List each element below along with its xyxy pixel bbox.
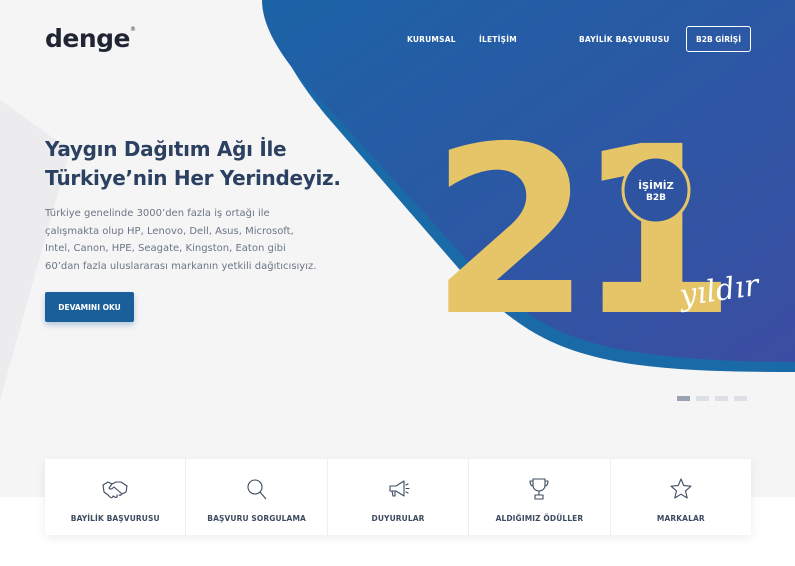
hero-headline-line-2: Türkiye’nin Her Yerindeyiz. [45,166,341,190]
card-label: BAŞVURU SORGULAMA [207,514,306,523]
nav-kurumsal[interactable]: KURUMSAL [407,35,456,44]
card-duyurular[interactable]: DUYURULAR [328,459,470,535]
card-label: MARKALAR [656,514,705,523]
card-basvuru-sorgulama[interactable]: BAŞVURU SORGULAMA [186,459,328,535]
slider-dot-1[interactable] [677,396,690,401]
slider-dot-2[interactable] [696,396,709,401]
search-icon [247,479,267,500]
handshake-icon [102,481,128,499]
megaphone-icon [389,480,410,497]
slider-dot-3[interactable] [715,396,728,401]
hero-description: Türkiye genelinde 3000’den fazla iş orta… [45,208,317,272]
card-markalar[interactable]: MARKALAR [611,459,751,535]
read-more-button[interactable]: DEVAMINI OKU [45,292,134,322]
card-label: BAYİLİK BAŞVURUSU [70,514,160,523]
card-aldigimiz-oduller[interactable]: ALDIĞIMIZ ÖDÜLLER [469,459,611,535]
hero-headline-line-1: Yaygın Dağıtım Ağı İle [45,137,287,161]
quick-links: BAYİLİK BAŞVURUSU BAŞVURU SORGULAMA DUYU… [45,459,751,535]
anniversary-number: 21 [430,97,721,367]
card-label: ALDIĞIMIZ ÖDÜLLER [495,514,584,523]
slider-indicators [677,396,747,401]
hero-headline: Yaygın Dağıtım Ağı İle Türkiye’nin Her Y… [45,135,345,193]
logo-registered-mark: ® [130,26,136,33]
badge-line-1: İŞİMİZ [638,178,674,192]
trophy-icon [529,478,549,500]
slider-dot-4[interactable] [734,396,747,401]
nav-bayilik-basvurusu[interactable]: BAYİLİK BAŞVURUSU [579,35,670,44]
star-icon [670,478,692,499]
card-label: DUYURULAR [371,514,425,523]
card-bayilik-basvurusu[interactable]: BAYİLİK BAŞVURUSU [45,459,187,535]
logo-text: denge [45,24,131,53]
b2b-login-button[interactable]: B2B GİRİŞİ [686,26,751,52]
hero-section: 21 İŞİMİZ B2B yıldır denge® KURUMSAL İLE… [0,0,795,497]
logo[interactable]: denge® [45,24,136,53]
nav-iletisim[interactable]: İLETİŞİM [479,35,517,44]
badge-line-2: B2B [646,193,666,203]
